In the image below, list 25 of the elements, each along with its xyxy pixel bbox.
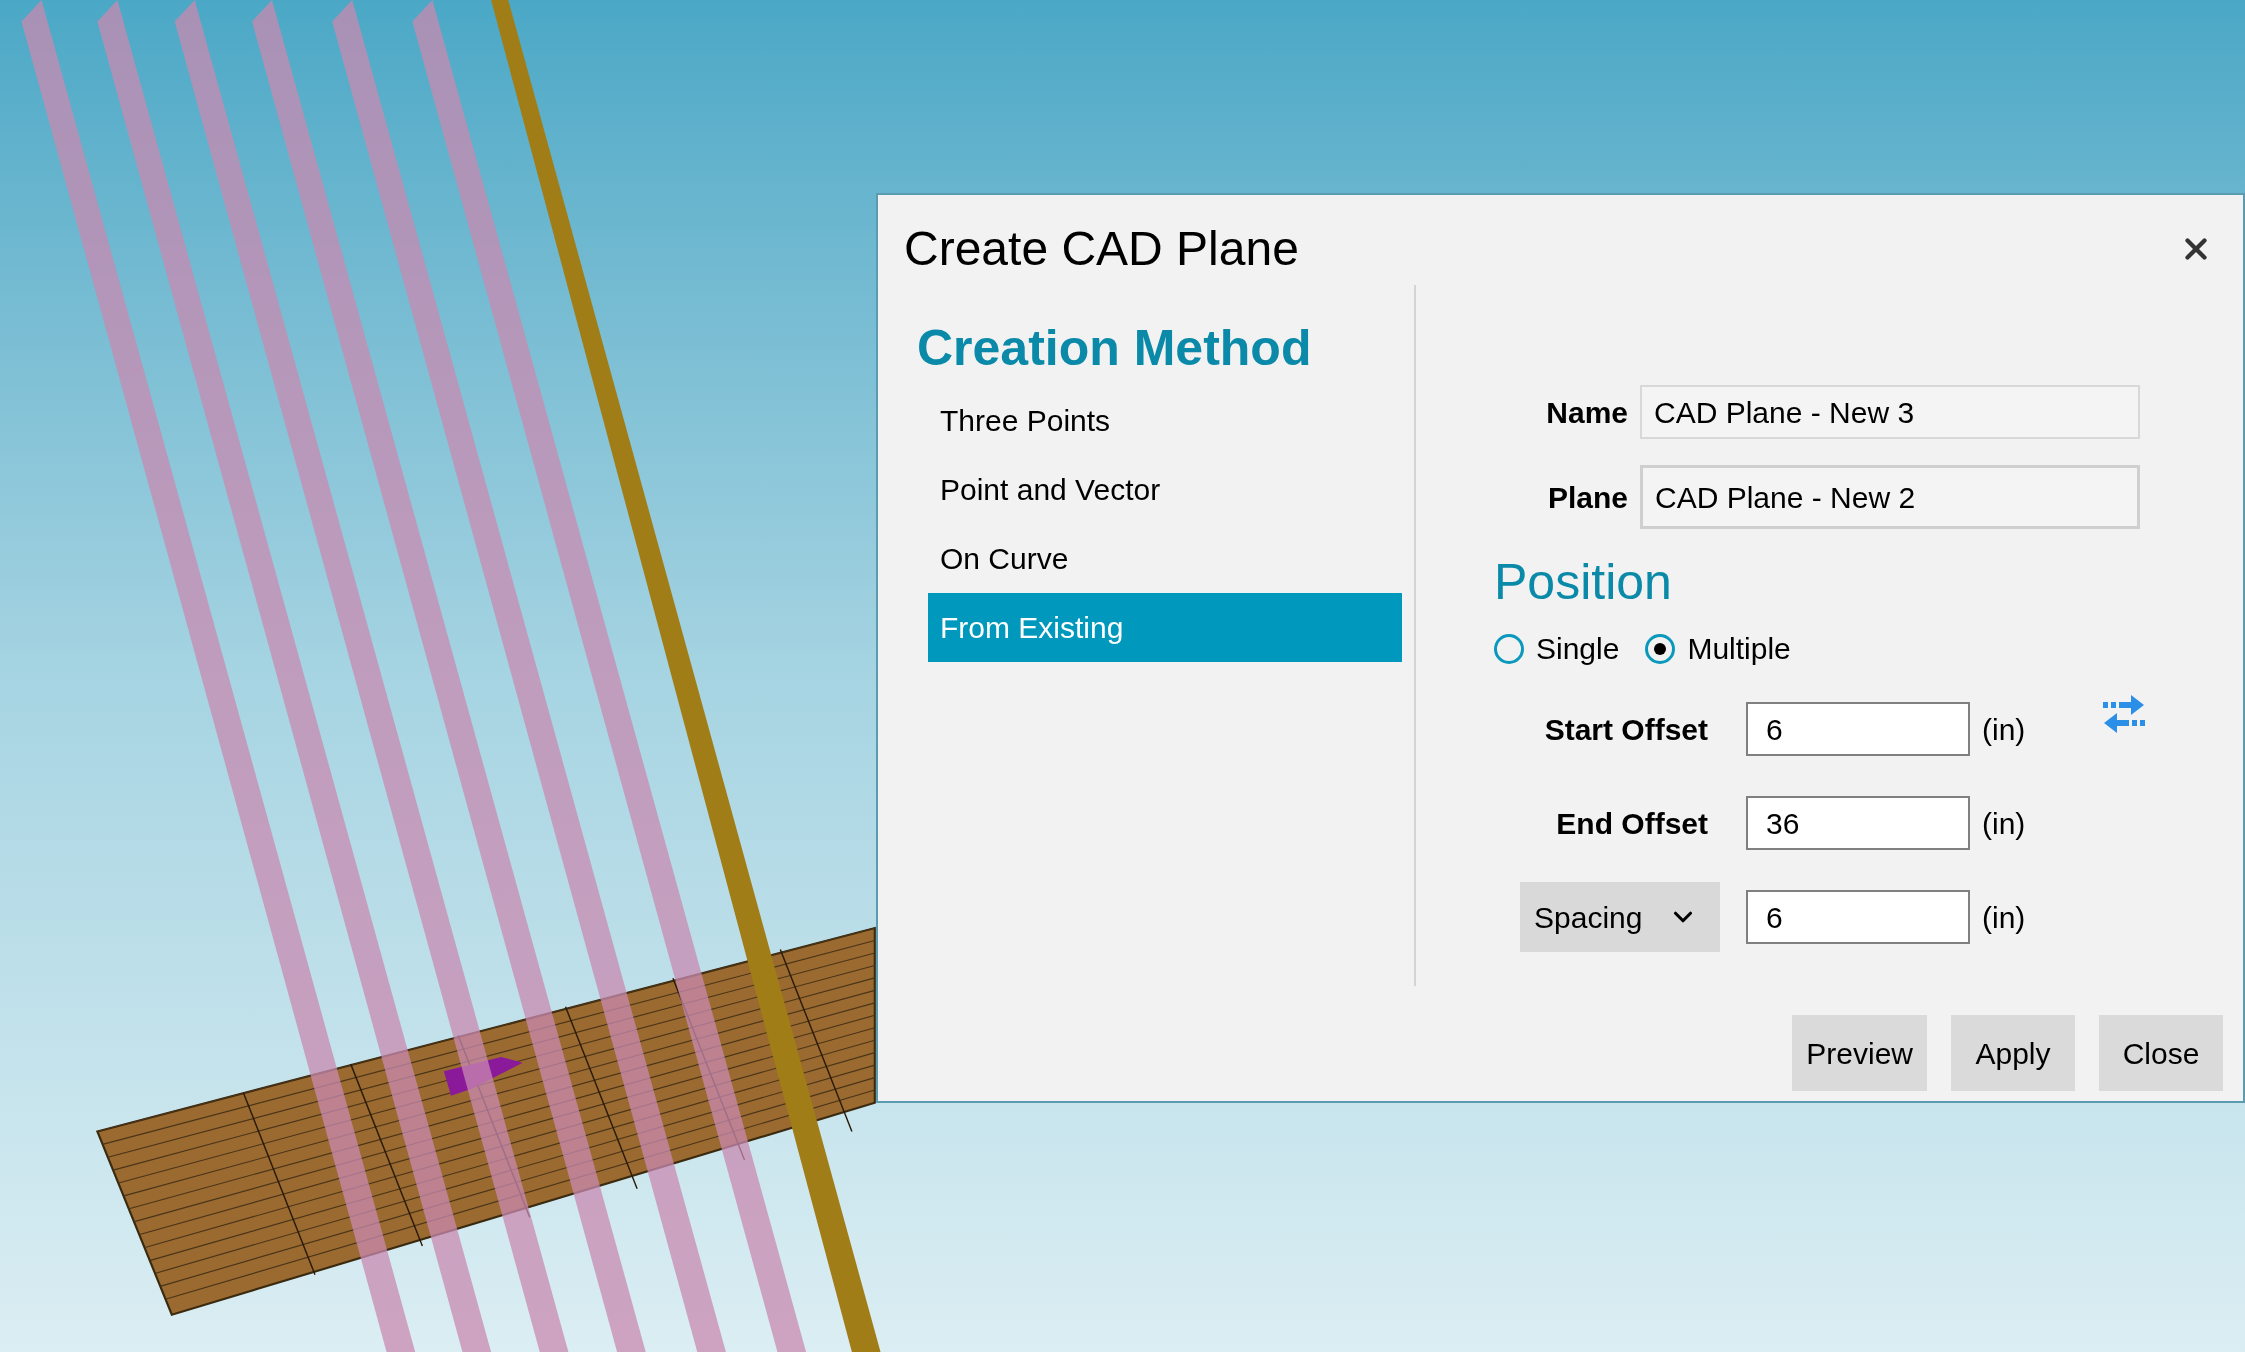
unit-label: (in) <box>1982 711 2026 748</box>
dialog-title: Create CAD Plane <box>904 221 1299 277</box>
method-item[interactable]: Three Points <box>928 386 1402 455</box>
dialog-button[interactable]: Preview <box>1792 1015 1927 1091</box>
number-field[interactable]: 6 <box>1746 890 1970 944</box>
text-field[interactable]: CAD Plane - New 2 <box>1640 465 2140 529</box>
field-label: Start Offset <box>1544 711 1708 748</box>
text-field[interactable]: CAD Plane - New 3 <box>1640 385 2140 439</box>
radio-option[interactable]: Multiple <box>1645 626 1791 671</box>
method-item[interactable]: On Curve <box>928 524 1402 593</box>
section-heading: Position <box>1494 553 1673 612</box>
unit-label: (in) <box>1982 899 2026 936</box>
swap-arrows-icon[interactable] <box>2103 694 2146 734</box>
method-item[interactable]: Point and Vector <box>928 455 1402 524</box>
radio-option[interactable]: Single <box>1494 626 1620 671</box>
field-label: Plane <box>1546 479 1629 516</box>
dialog-button[interactable]: Apply <box>1951 1015 2075 1091</box>
spacing-dropdown[interactable]: Spacing <box>1520 882 1720 952</box>
section-heading: Creation Method <box>917 319 1313 378</box>
field-label: Name <box>1545 394 1629 431</box>
number-field[interactable]: 36 <box>1746 796 1970 850</box>
dialog-button[interactable]: Close <box>2099 1015 2223 1091</box>
field-label: End Offset <box>1556 805 1708 842</box>
number-field[interactable]: 6 <box>1746 702 1970 756</box>
unit-label: (in) <box>1982 805 2026 842</box>
